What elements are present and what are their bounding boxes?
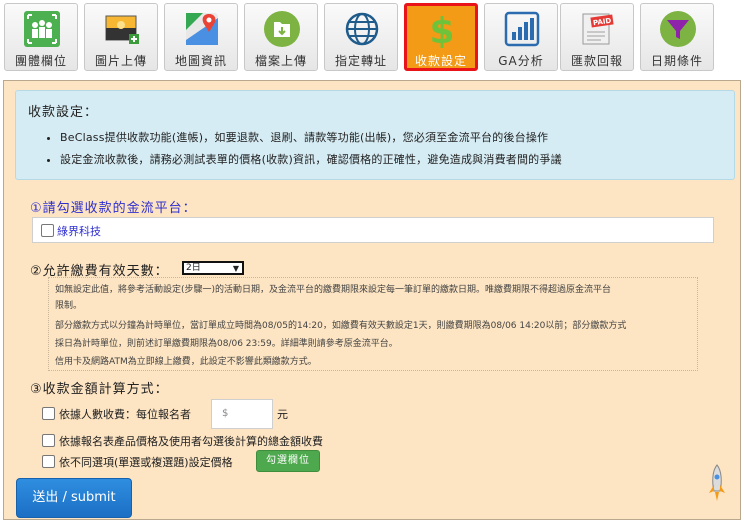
amount-section-title: ③收款金額計算方式： <box>30 382 169 397</box>
product-total-checkbox[interactable] <box>42 434 55 447</box>
submit-button[interactable]: 送出 / submit <box>16 478 132 518</box>
map-icon <box>186 13 218 45</box>
tool-label: 圖片上傳 <box>94 54 147 68</box>
tool-label: 收款設定 <box>414 54 467 68</box>
tool-payment-settings-button[interactable]: $ 收款設定 <box>404 3 478 71</box>
tool-label: 團體欄位 <box>14 54 67 68</box>
tool-label: 日期條件 <box>650 54 703 68</box>
svg-text:$: $ <box>429 11 454 48</box>
tool-group-fields-button[interactable]: 團體欄位 <box>4 3 78 71</box>
per-person-label: 依據人數收費：每位報名者 <box>59 408 191 421</box>
tool-label: 地圖資訊 <box>174 54 227 68</box>
payment-settings-panel: 收款設定： BeClass提供收款功能(進帳)，如要退款、退刷、請款等功能(出帳… <box>3 80 741 520</box>
per-person-amount-input[interactable]: $ <box>211 399 273 429</box>
bar-chart-icon <box>504 11 540 47</box>
globe-icon <box>345 12 379 46</box>
option-price-label: 依不同選項(單選或複選題)設定價格 <box>59 456 233 469</box>
tool-label: 檔案上傳 <box>254 54 307 68</box>
validity-days-value: 2日 <box>186 263 201 273</box>
currency-unit: 元 <box>277 408 288 421</box>
paid-icon: PAID <box>582 13 614 45</box>
validity-note-line: 如無設定此值，將參考活動設定(步驟一)的活動日期，及金流平台的繳費期限來設定每一… <box>55 285 612 295</box>
tool-remittance-report-button[interactable]: PAID 匯款回報 <box>560 3 634 71</box>
tool-ga-analysis-button[interactable]: GA分析 <box>484 3 558 71</box>
dollar-icon: $ <box>429 11 454 48</box>
validity-note: 如無設定此值，將參考活動設定(步驟一)的活動日期，及金流平台的繳費期限來設定每一… <box>48 277 698 371</box>
tool-label: 指定轉址 <box>334 54 387 68</box>
tool-label: GA分析 <box>498 54 544 68</box>
toolbar: 團體欄位 圖片上傳 地圖資訊 檔案上傳 指定轉址 $ 收款設定 GA分析 PAI… <box>0 0 744 80</box>
validity-note-line: 限制。 <box>55 301 83 311</box>
info-bullet: BeClass提供收款功能(進帳)，如要退款、退刷、請款等功能(出帳)，您必須至… <box>60 129 562 145</box>
chevron-down-icon: ▼ <box>232 264 239 273</box>
file-upload-icon <box>264 11 300 47</box>
option-price-checkbox[interactable] <box>42 455 55 468</box>
tool-label: 匯款回報 <box>570 54 623 68</box>
group-fields-icon <box>24 11 60 47</box>
tool-file-upload-button[interactable]: 檔案上傳 <box>244 3 318 71</box>
validity-note-line: 採日為計時單位，則前述訂單繳費期限為08/06 23:59。詳細準則請參考原金流… <box>55 339 398 349</box>
product-total-label: 依據報名表產品價格及使用者勾選後計算的總金額收費 <box>59 435 323 448</box>
info-list: BeClass提供收款功能(進帳)，如要退款、退刷、請款等功能(出帳)，您必須至… <box>60 129 562 173</box>
tool-redirect-button[interactable]: 指定轉址 <box>324 3 398 71</box>
validity-note-line: 信用卡及網路ATM為立即線上繳費，此設定不影響此類繳款方式。 <box>55 357 317 367</box>
rocket-icon[interactable] <box>706 463 728 503</box>
validity-note-line: 部分繳款方式以分鐘為計時單位，當訂單成立時間為08/05的14:20，如繳費有效… <box>55 321 627 331</box>
funnel-icon <box>660 11 696 47</box>
per-person-checkbox[interactable] <box>42 407 55 420</box>
gateway-checkbox[interactable] <box>41 224 54 237</box>
tool-image-upload-button[interactable]: 圖片上傳 <box>84 3 158 71</box>
validity-days-select[interactable]: 2日 ▼ <box>182 261 244 275</box>
tool-date-conditions-button[interactable]: 日期條件 <box>640 3 714 71</box>
info-bullet: 設定金流收款後，請務必測試表單的價格(收款)資訊，確認價格的正確性，避免造成與消… <box>60 151 562 167</box>
gateway-section-title: ①請勾選收款的金流平台： <box>30 201 197 216</box>
tool-map-button[interactable]: 地圖資訊 <box>164 3 238 71</box>
pick-fields-button[interactable]: 勾選欄位 <box>256 450 320 472</box>
info-box: 收款設定： BeClass提供收款功能(進帳)，如要退款、退刷、請款等功能(出帳… <box>15 90 735 180</box>
info-title: 收款設定： <box>28 105 99 120</box>
gateway-options-box: 綠界科技 <box>32 217 714 243</box>
image-upload-icon <box>105 15 139 44</box>
gateway-option-label[interactable]: 綠界科技 <box>57 223 101 239</box>
